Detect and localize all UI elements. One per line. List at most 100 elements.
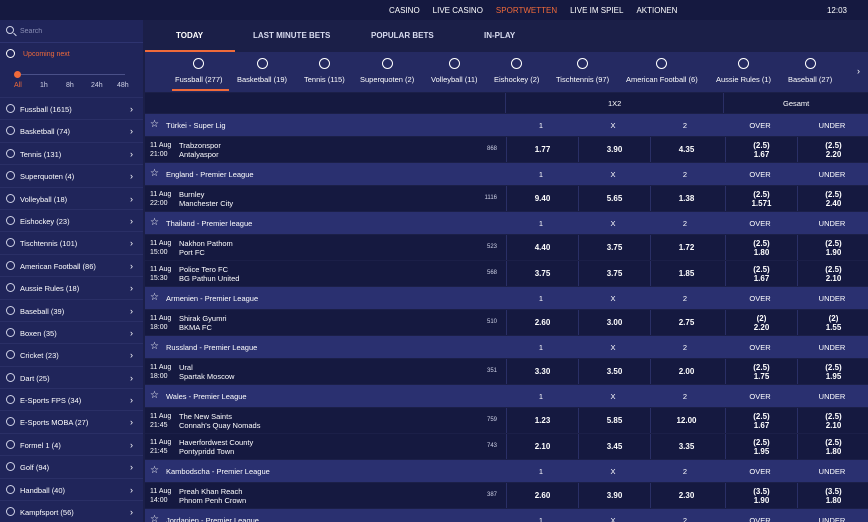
odd-draw-button[interactable]: 5.65	[578, 186, 650, 212]
star-icon[interactable]: ☆	[150, 292, 159, 303]
odd-away-button[interactable]: 1.85	[650, 261, 722, 287]
star-icon[interactable]: ☆	[150, 168, 159, 179]
sport-filter-item[interactable]: Eishockey (2)	[494, 58, 539, 84]
odd-under-button[interactable]: (2) 1.55	[797, 310, 868, 336]
league-name[interactable]: Wales - Premier League	[166, 392, 247, 401]
sidebar-sport-item[interactable]: Tischtennis (101) ›	[0, 231, 143, 253]
league-name[interactable]: Türkei - Super Lig	[166, 121, 226, 130]
match-teams[interactable]: Trabzonspor Antalyaspor	[179, 141, 221, 159]
match-teams[interactable]: Burnley Manchester City	[179, 190, 233, 208]
market-count[interactable]: 351	[475, 368, 497, 374]
odd-away-button[interactable]: 12.00	[650, 408, 722, 434]
sport-filter-item[interactable]: Fussball (277)	[175, 58, 223, 84]
odd-away-button[interactable]: 4.35	[650, 137, 722, 163]
star-icon[interactable]: ☆	[150, 217, 159, 228]
odd-draw-button[interactable]: 3.75	[578, 235, 650, 261]
league-name[interactable]: England - Premier League	[166, 170, 254, 179]
odd-draw-button[interactable]: 3.00	[578, 310, 650, 336]
slider-label-1h[interactable]: 1h	[40, 82, 48, 89]
star-icon[interactable]: ☆	[150, 341, 159, 352]
time-slider-handle[interactable]	[14, 71, 21, 78]
odd-over-button[interactable]: (2.5) 1.67	[725, 408, 797, 434]
odd-under-button[interactable]: (2.5) 1.95	[797, 359, 868, 385]
odd-home-button[interactable]: 2.60	[506, 483, 578, 509]
sport-filter-item[interactable]: Baseball (27)	[788, 58, 832, 84]
sport-filter-item[interactable]: Volleyball (11)	[431, 58, 478, 84]
sidebar-sport-item[interactable]: Cricket (23) ›	[0, 343, 143, 365]
star-icon[interactable]: ☆	[150, 465, 159, 476]
match-teams[interactable]: The New Saints Connah's Quay Nomads	[179, 412, 260, 430]
sidebar-sport-item[interactable]: Tennis (131) ›	[0, 141, 143, 164]
league-name[interactable]: Russland - Premier League	[166, 343, 257, 352]
odd-home-button[interactable]: 2.60	[506, 310, 578, 336]
sport-filter-item[interactable]: Basketball (19)	[237, 58, 287, 84]
match-teams[interactable]: Police Tero FC BG Pathun United	[179, 265, 239, 283]
tab-in-play[interactable]: IN-PLAY	[484, 31, 515, 40]
market-count[interactable]: 743	[475, 443, 497, 449]
odd-draw-button[interactable]: 3.50	[578, 359, 650, 385]
odd-draw-button[interactable]: 3.75	[578, 261, 650, 287]
odd-over-button[interactable]: (2.5) 1.67	[725, 261, 797, 287]
odd-under-button[interactable]: (3.5) 1.80	[797, 483, 868, 509]
odd-over-button[interactable]: (2.5) 1.67	[725, 137, 797, 163]
time-slider-track[interactable]	[18, 74, 125, 75]
odd-draw-button[interactable]: 5.85	[578, 408, 650, 434]
odd-home-button[interactable]: 1.23	[506, 408, 578, 434]
odd-under-button[interactable]: (2.5) 2.10	[797, 261, 868, 287]
tab-popular-bets[interactable]: POPULAR BETS	[371, 31, 434, 40]
league-name[interactable]: Jordanien - Premier League	[166, 516, 259, 522]
sidebar-sport-item[interactable]: Formel 1 (4) ›	[0, 432, 143, 455]
sidebar-sport-item[interactable]: Aussie Rules (18) ›	[0, 276, 143, 298]
odd-under-button[interactable]: (2.5) 1.90	[797, 235, 868, 261]
odd-under-button[interactable]: (2.5) 2.20	[797, 137, 868, 163]
odd-away-button[interactable]: 1.38	[650, 186, 722, 212]
market-count[interactable]: 387	[475, 492, 497, 498]
sport-filter-item[interactable]: Tischtennis (97)	[556, 58, 609, 84]
market-count[interactable]: 759	[475, 417, 497, 423]
odd-away-button[interactable]: 2.00	[650, 359, 722, 385]
tab-today[interactable]: TODAY	[176, 31, 203, 40]
odd-over-button[interactable]: (2.5) 1.80	[725, 235, 797, 261]
sidebar-sport-item[interactable]: American Football (86) ›	[0, 253, 143, 276]
nav-sportwetten[interactable]: SPORTWETTEN	[496, 6, 557, 15]
league-name[interactable]: Armenien - Premier League	[166, 294, 258, 303]
market-count[interactable]: 568	[475, 270, 497, 276]
odd-draw-button[interactable]: 3.90	[578, 483, 650, 509]
nav-live-casino[interactable]: LIVE CASINO	[433, 6, 483, 15]
sidebar-sport-item[interactable]: Eishockey (23) ›	[0, 208, 143, 231]
match-teams[interactable]: Nakhon Pathom Port FC	[179, 239, 233, 257]
odd-over-button[interactable]: (2.5) 1.95	[725, 434, 797, 460]
odd-over-button[interactable]: (2.5) 1.571	[725, 186, 797, 212]
sidebar-sport-item[interactable]: E-Sports MOBA (27) ›	[0, 410, 143, 432]
nav-casino[interactable]: CASINO	[389, 6, 420, 15]
market-count[interactable]: 868	[475, 146, 497, 152]
sport-filter-item[interactable]: Aussie Rules (1)	[716, 58, 771, 84]
market-count[interactable]: 510	[475, 319, 497, 325]
odd-home-button[interactable]: 9.40	[506, 186, 578, 212]
sidebar-sport-item[interactable]: Boxen (35) ›	[0, 320, 143, 343]
odd-over-button[interactable]: (2) 2.20	[725, 310, 797, 336]
slider-label-all[interactable]: All	[14, 82, 22, 89]
match-teams[interactable]: Haverfordwest County Pontypridd Town	[179, 438, 253, 456]
odd-home-button[interactable]: 4.40	[506, 235, 578, 261]
tab-last-minute-bets[interactable]: LAST MINUTE BETS	[253, 31, 330, 40]
nav-aktionen[interactable]: AKTIONEN	[636, 6, 677, 15]
sidebar-sport-item[interactable]: Dart (25) ›	[0, 365, 143, 388]
search-input[interactable]	[20, 25, 135, 37]
league-name[interactable]: Kambodscha - Premier League	[166, 467, 270, 476]
odd-home-button[interactable]: 3.30	[506, 359, 578, 385]
odd-under-button[interactable]: (2.5) 2.40	[797, 186, 868, 212]
odd-home-button[interactable]: 3.75	[506, 261, 578, 287]
nav-live-im-spiel[interactable]: LIVE IM SPIEL	[570, 6, 623, 15]
sidebar-sport-item[interactable]: Baseball (39) ›	[0, 298, 143, 321]
sidebar-sport-item[interactable]: E-Sports FPS (34) ›	[0, 388, 143, 410]
odd-away-button[interactable]: 2.30	[650, 483, 722, 509]
star-icon[interactable]: ☆	[150, 390, 159, 401]
market-count[interactable]: 1116	[475, 195, 497, 201]
sport-filter-item[interactable]: Tennis (115)	[304, 58, 345, 84]
odd-away-button[interactable]: 3.35	[650, 434, 722, 460]
sidebar-sport-item[interactable]: Superquoten (4) ›	[0, 164, 143, 186]
match-teams[interactable]: Ural Spartak Moscow	[179, 363, 234, 381]
odd-away-button[interactable]: 1.72	[650, 235, 722, 261]
star-icon[interactable]: ☆	[150, 514, 159, 522]
